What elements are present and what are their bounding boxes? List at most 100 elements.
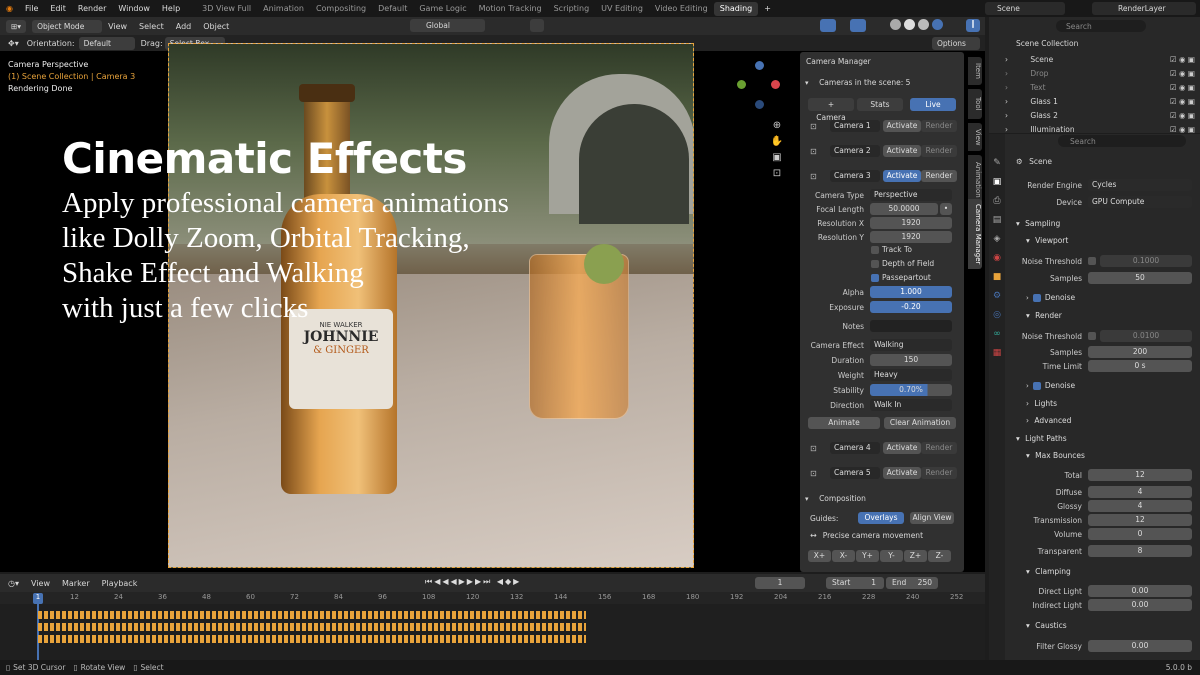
material-shading-icon[interactable] (918, 19, 929, 30)
sampling-header[interactable]: ▾ Sampling (1016, 219, 1060, 228)
focal-keyframe-icon[interactable]: • (940, 203, 952, 215)
diffuse-field[interactable]: 4 (1088, 486, 1192, 498)
workspace-tab[interactable]: Game Logic (413, 2, 472, 16)
live-button[interactable]: Live (910, 98, 956, 111)
guides-dropdown[interactable]: Guides: (810, 514, 854, 523)
move-x-plus-button[interactable]: X+ (808, 550, 831, 562)
move-y-plus-button[interactable]: Y+ (856, 550, 879, 562)
direction-dropdown[interactable]: Walk In (870, 399, 952, 411)
visibility-icons[interactable]: ☑ ◉ ▣ (1170, 109, 1195, 123)
time-limit-field[interactable]: 0 s (1088, 360, 1192, 372)
keyframe-row[interactable] (38, 611, 586, 619)
workspace-tab[interactable]: Animation (257, 2, 310, 16)
transform-orientation[interactable]: Global (410, 19, 485, 32)
renderlayer-selector[interactable]: RenderLayer (1092, 2, 1196, 15)
max-bounces-subheader[interactable]: ▾ Max Bounces (1026, 451, 1085, 460)
neg-z-axis-icon[interactable] (755, 100, 764, 109)
navigation-gizmo[interactable] (735, 58, 785, 113)
weight-dropdown[interactable]: Heavy (870, 369, 952, 381)
overlay-toggle-icon[interactable] (850, 19, 866, 32)
lock-icon[interactable]: ⊡ (770, 166, 784, 182)
workspace-tab[interactable]: Video Editing (649, 2, 714, 16)
mode-selector[interactable]: Object Mode (32, 19, 103, 33)
noise-threshold-field[interactable]: 0.0100 (1100, 330, 1192, 342)
align-view-button[interactable]: Align View (910, 512, 954, 524)
move-z-plus-button[interactable]: Z+ (904, 550, 927, 562)
caustics-subheader[interactable]: ▾ Caustics (1026, 621, 1067, 630)
duration-field[interactable]: 150 (870, 354, 952, 366)
activate-button[interactable]: Activate (883, 442, 921, 454)
camera-name[interactable]: Camera 1 (830, 120, 880, 132)
stability-slider[interactable]: 0.70% (870, 384, 952, 396)
resolution-x-field[interactable]: 1920 (870, 217, 952, 229)
wireframe-shading-icon[interactable] (890, 19, 901, 30)
noise-threshold-checkbox[interactable] (1088, 332, 1096, 340)
composition-section-header[interactable]: ▾ Composition (805, 494, 960, 506)
timeline-marker-menu[interactable]: Marker (62, 579, 90, 588)
timeline-ruler[interactable]: 12 24 36 48 60 72 84 96 108 120 132 144 156 168 180 192… (0, 592, 985, 604)
denoise-checkbox[interactable] (1032, 381, 1041, 390)
cameras-section-header[interactable]: ▾ Cameras in the scene: 5 (805, 78, 960, 90)
gizmo-toggle-icon[interactable] (820, 19, 836, 32)
overlays-button[interactable]: Overlays (858, 512, 904, 524)
checkbox[interactable] (871, 259, 879, 268)
playhead-marker[interactable]: 1 (33, 593, 43, 604)
menu-object[interactable]: Object (197, 22, 235, 31)
render-engine-dropdown[interactable]: Cycles (1088, 179, 1192, 191)
denoise-r-row[interactable]: › Denoise (1026, 381, 1075, 390)
options-button[interactable]: Options (932, 37, 980, 50)
lights-subheader[interactable]: › Lights (1026, 399, 1057, 408)
denoise-vp-row[interactable]: › Denoise (1026, 293, 1075, 302)
pause-render-icon[interactable]: ∥ (966, 19, 980, 32)
scene-tab-icon[interactable]: ◈ (989, 230, 1005, 249)
clock-icon[interactable]: ◷▾ (8, 579, 19, 588)
tab-tool[interactable]: Tool (968, 89, 982, 119)
activate-button[interactable]: Activate (883, 467, 921, 479)
modifier-tab-icon[interactable]: ⚙ (989, 287, 1005, 306)
glossy-field[interactable]: 4 (1088, 500, 1192, 512)
outliner-item[interactable]: › Glass 2 ☑ ◉ ▣ (1005, 109, 1195, 123)
dof-checkbox[interactable]: Depth of Field (871, 259, 934, 268)
zoom-icon[interactable]: ⊕ (770, 118, 784, 134)
focal-length-field[interactable]: 50.0000 (870, 203, 938, 215)
clamping-subheader[interactable]: ▾ Clamping (1026, 567, 1071, 576)
workspace-tab[interactable]: Scripting (548, 2, 596, 16)
render-button[interactable]: Render (921, 120, 957, 132)
noise-threshold-checkbox[interactable] (1088, 257, 1096, 265)
move-y-minus-button[interactable]: Y- (880, 550, 903, 562)
render-button[interactable]: Render (921, 467, 957, 479)
device-dropdown[interactable]: GPU Compute (1088, 196, 1192, 208)
menu-file[interactable]: File (19, 4, 44, 13)
tab-camera-manager[interactable]: Camera Manager (968, 199, 982, 269)
add-camera-button[interactable]: + Camera (808, 98, 854, 122)
proportional-edit-icon[interactable] (530, 19, 544, 32)
track-to-checkbox[interactable]: Track To (871, 245, 912, 254)
output-tab-icon[interactable]: ⎙ (989, 192, 1005, 211)
visibility-icons[interactable]: ☑ ◉ ▣ (1170, 95, 1195, 109)
move-x-minus-button[interactable]: X- (832, 550, 855, 562)
outliner-item[interactable]: › Text ☑ ◉ ▣ (1005, 81, 1195, 95)
view-layer-tab-icon[interactable]: ▤ (989, 211, 1005, 230)
constraint-tab-icon[interactable]: ◎ (989, 306, 1005, 325)
world-tab-icon[interactable]: ◉ (989, 249, 1005, 268)
blender-logo-icon[interactable]: ◉ (0, 4, 19, 13)
menu-edit[interactable]: Edit (44, 4, 72, 13)
camera-name[interactable]: Camera 2 (830, 145, 880, 157)
tab-item[interactable]: Item (968, 57, 982, 85)
checkbox[interactable] (871, 245, 879, 254)
add-workspace-icon[interactable]: + (758, 4, 777, 13)
samples-field[interactable]: 200 (1088, 346, 1192, 358)
timeline-playback-menu[interactable]: Playback (102, 579, 138, 588)
visibility-icons[interactable]: ☑ ◉ ▣ (1170, 81, 1195, 95)
workspace-tab-shading[interactable]: Shading (713, 1, 759, 16)
move-tool-icon[interactable]: ✥▾ (8, 39, 19, 48)
animate-button[interactable]: Animate (808, 417, 880, 429)
render-button[interactable]: Render (921, 145, 957, 157)
filter-glossy-field[interactable]: 0.00 (1088, 640, 1192, 652)
resolution-y-field[interactable]: 1920 (870, 231, 952, 243)
activate-button[interactable]: Activate (883, 145, 921, 157)
workspace-tab[interactable]: 3D View Full (196, 2, 257, 16)
workspace-tab[interactable]: Default (372, 2, 413, 16)
exposure-slider[interactable]: -0.20 (870, 301, 952, 313)
indirect-light-field[interactable]: 0.00 (1088, 599, 1192, 611)
